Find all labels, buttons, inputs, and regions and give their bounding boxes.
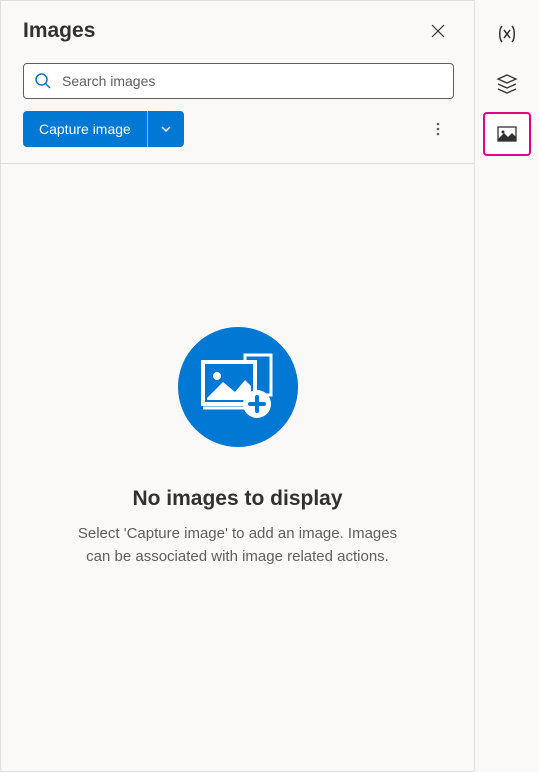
images-panel: Images Capture image [0, 0, 475, 772]
more-vertical-icon [430, 121, 446, 137]
search-input[interactable] [62, 73, 443, 89]
capture-image-button[interactable]: Capture image [23, 111, 184, 147]
search-container [1, 55, 474, 111]
empty-state-title: No images to display [132, 487, 342, 511]
rail-layers-button[interactable] [483, 62, 531, 106]
side-rail [475, 0, 539, 772]
layers-icon [496, 73, 518, 95]
search-box[interactable] [23, 63, 454, 99]
chevron-down-icon [160, 123, 172, 135]
rail-images-button[interactable] [483, 112, 531, 156]
capture-image-label: Capture image [23, 111, 148, 147]
empty-state-description: Select 'Capture image' to add an image. … [68, 523, 408, 568]
empty-state-illustration [178, 327, 298, 447]
content-area: No images to display Select 'Capture ima… [1, 163, 474, 771]
image-add-icon [197, 352, 279, 422]
close-button[interactable] [422, 15, 454, 47]
capture-image-dropdown[interactable] [148, 111, 184, 147]
panel-header: Images [1, 1, 474, 55]
variables-icon [496, 23, 518, 45]
image-icon [496, 123, 518, 145]
panel-title: Images [23, 19, 95, 43]
close-icon [431, 24, 445, 38]
search-icon [34, 72, 52, 90]
more-options-button[interactable] [422, 113, 454, 145]
toolbar: Capture image [1, 111, 474, 163]
rail-variables-button[interactable] [483, 12, 531, 56]
